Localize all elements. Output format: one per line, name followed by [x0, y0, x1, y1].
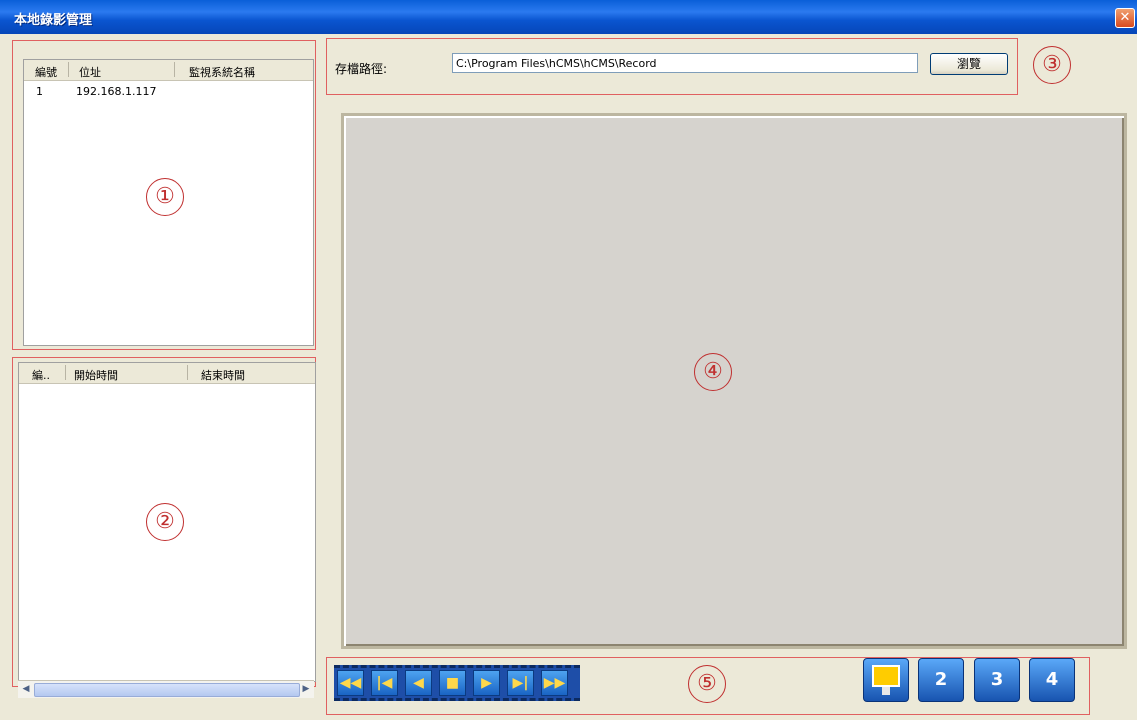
cell-id: 1: [36, 85, 43, 98]
fast-forward-icon: ▶▶: [543, 675, 566, 691]
play-icon: ▶: [481, 675, 492, 691]
split-4-icon: 4: [1045, 669, 1059, 690]
col-header-system-name[interactable]: 監視系統名稱: [189, 64, 255, 80]
single-monitor-icon: [872, 665, 900, 687]
col-header-id[interactable]: 編號: [35, 64, 57, 80]
skip-to-start-button[interactable]: |◀: [371, 670, 398, 696]
path-label: 存檔路徑:: [335, 62, 388, 76]
device-list-header: 編號 位址 監視系統名稱: [24, 60, 313, 81]
play-button[interactable]: ▶: [473, 670, 500, 696]
scroll-right-icon[interactable]: ▶: [299, 682, 313, 696]
col-header-start-time[interactable]: 開始時間: [74, 367, 118, 383]
stop-icon: ■: [445, 675, 460, 691]
record-list-hscrollbar[interactable]: ◀ ▶: [18, 680, 314, 698]
skip-to-start-icon: |◀: [376, 675, 393, 691]
title-bar: 本地錄影管理 ✕: [0, 0, 1137, 34]
split-4-button[interactable]: 4: [1029, 658, 1075, 702]
single-view-button[interactable]: [863, 658, 909, 702]
skip-to-end-button[interactable]: ▶|: [507, 670, 534, 696]
close-button[interactable]: ✕: [1115, 8, 1135, 28]
fast-rewind-icon: ◀◀: [339, 675, 362, 691]
marker-5: ⑤: [688, 665, 726, 703]
fast-forward-button[interactable]: ▶▶: [541, 670, 568, 696]
split-2-icon: 2: [934, 669, 948, 690]
scroll-thumb[interactable]: [34, 683, 300, 697]
video-display-area[interactable]: [341, 113, 1127, 649]
col-header-address[interactable]: 位址: [79, 64, 101, 80]
split-3-button[interactable]: 3: [974, 658, 1020, 702]
step-back-button[interactable]: ◀: [405, 670, 432, 696]
marker-4: ④: [694, 353, 732, 391]
path-input[interactable]: C:\Program Files\hCMS\hCMS\Record: [452, 53, 918, 73]
cell-address: 192.168.1.117: [76, 85, 157, 98]
skip-to-end-icon: ▶|: [512, 675, 529, 691]
browse-button[interactable]: 瀏覽: [930, 53, 1008, 75]
split-3-icon: 3: [990, 669, 1004, 690]
fast-rewind-button[interactable]: ◀◀: [337, 670, 364, 696]
col-header-end-time[interactable]: 結束時間: [201, 367, 245, 383]
split-2-button[interactable]: 2: [918, 658, 964, 702]
stop-button[interactable]: ■: [439, 670, 466, 696]
marker-3: ③: [1033, 46, 1071, 84]
marker-2: ②: [146, 503, 184, 541]
col-header-no[interactable]: 編..: [32, 367, 50, 383]
scroll-left-icon[interactable]: ◀: [19, 682, 33, 696]
marker-1: ①: [146, 178, 184, 216]
window-title: 本地錄影管理: [14, 13, 93, 28]
record-list-header: 編.. 開始時間 結束時間: [19, 363, 315, 384]
step-back-icon: ◀: [413, 675, 424, 691]
table-row[interactable]: 1 192.168.1.117: [24, 84, 313, 100]
